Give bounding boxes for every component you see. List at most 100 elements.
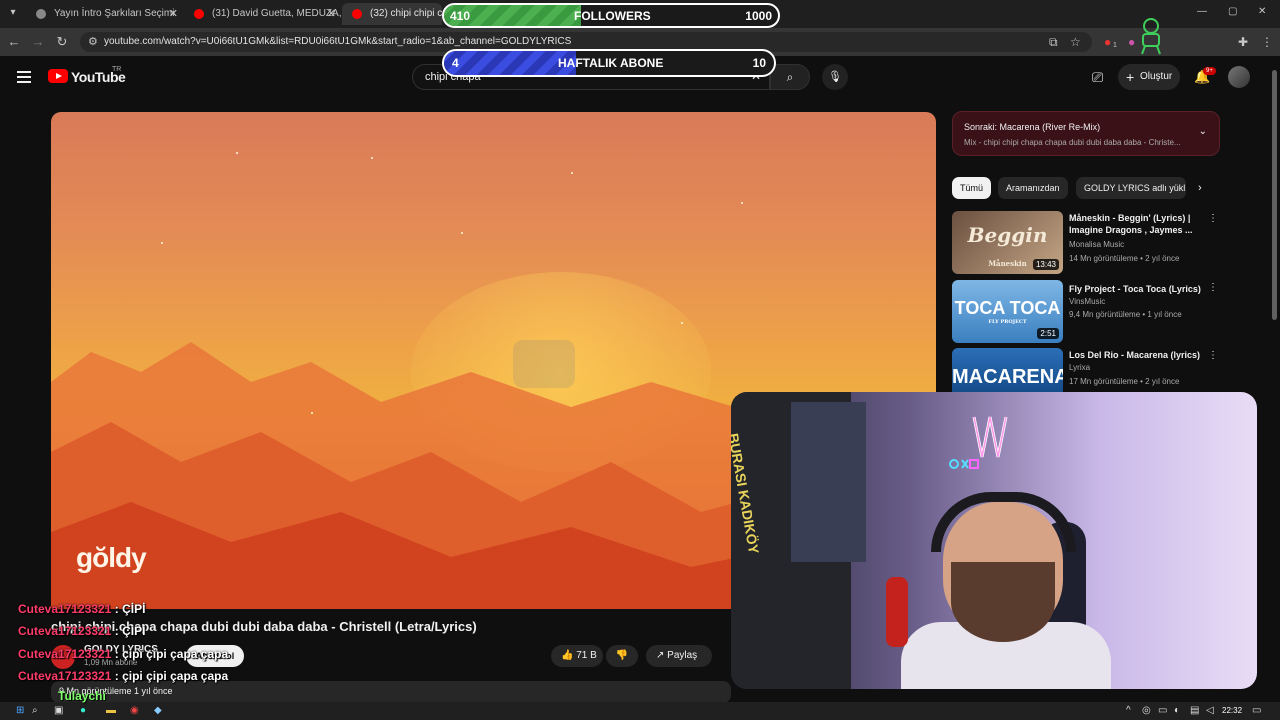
youtube-logo-icon[interactable] [48, 69, 68, 83]
more-options-icon[interactable]: ⋮ [1208, 282, 1218, 293]
bookmark-star-icon[interactable]: ☆ [1070, 35, 1081, 49]
description-box[interactable]: 9 Mn görüntüleme 1 yıl önce [51, 681, 731, 703]
chat-username: Cuteva17123321 [18, 624, 112, 638]
browser-tab-1[interactable]: Yayın İntro Şarkıları Seçimi ✕ [26, 3, 184, 25]
voice-search-button[interactable]: 🎙 [822, 64, 848, 90]
chat-message: Cuteva17123321 : ÇİPİ [18, 624, 145, 638]
close-icon[interactable]: ✕ [169, 3, 178, 25]
steam-icon[interactable]: ◆ [154, 705, 162, 716]
channel-name: VinsMusic [1069, 297, 1106, 306]
browser-tab-3[interactable]: (32) chipi chipi chapa [342, 3, 442, 25]
notification-center-icon[interactable]: ▭ [1252, 705, 1261, 716]
faded-character-sprite [513, 340, 575, 388]
tab-title: Yayın İntro Şarkıları Seçimi [54, 8, 175, 19]
star [236, 152, 238, 154]
weekly-current: 4 [452, 56, 459, 70]
chat-message: Cuteva17123321 : çipi çipi çapa çapa [18, 669, 228, 683]
youtube-icon [194, 9, 204, 19]
video-title: Fly Project - Toca Toca (Lyrics) [1069, 284, 1201, 294]
microphone [886, 577, 908, 647]
extension-icon-2[interactable]: ● [1128, 35, 1135, 49]
browser-menu-icon[interactable]: ⋮ [1261, 35, 1273, 49]
plus-icon: + [1126, 69, 1135, 85]
chevron-down-icon[interactable]: ⌄ [1199, 126, 1207, 137]
file-explorer-icon[interactable]: ▬ [106, 705, 116, 716]
tab-title: (32) chipi chipi chapa [370, 8, 442, 19]
star [371, 157, 373, 159]
search-icon: ⌕ [786, 70, 794, 84]
viewer-username: Tulaychi [58, 689, 106, 703]
share-button[interactable]: ↗ Paylaş [646, 645, 712, 667]
followers-label: FOLLOWERS [574, 9, 651, 23]
start-button-icon[interactable]: ⊞ [16, 705, 24, 716]
volume-icon[interactable]: ◁ [1206, 705, 1214, 716]
chrome-icon[interactable]: ◉ [130, 705, 139, 716]
close-window-icon[interactable]: ✕ [1258, 6, 1266, 17]
tray-chevron-icon[interactable]: ^ [1126, 705, 1131, 716]
video-thumbnail[interactable]: Beggin Måneskin 13:43 [952, 211, 1063, 274]
chat-message: Cuteva17123321 : ÇİPİ [18, 602, 145, 616]
network-icon[interactable]: ▭ [1158, 705, 1167, 716]
thumbnail-title: Beggin [967, 223, 1048, 247]
more-options-icon[interactable]: ⋮ [1208, 350, 1218, 361]
task-view-icon[interactable]: ▣ [54, 705, 63, 716]
star [161, 242, 163, 244]
video-meta: 17 Mn görüntüleme • 2 yıl önce [1069, 377, 1180, 386]
search-button[interactable]: ⌕ [770, 64, 810, 90]
recommendation-item[interactable]: TOCA TOCA FLY PROJECT 2:51 Fly Project -… [952, 280, 1220, 344]
forward-icon[interactable]: → [30, 34, 46, 49]
reload-icon[interactable]: ↻ [54, 34, 70, 50]
video-title: Måneskin - Beggin' (Lyrics) | Imagine Dr… [1069, 213, 1193, 235]
cast-icon[interactable]: ⎚ [1092, 69, 1103, 86]
chat-text: çipi çipi çapa çapa [122, 647, 229, 661]
filter-chips: Tümü Aramanızdan GOLDY LYRICS adlı yükl [952, 177, 1220, 201]
chat-username: Cuteva17123321 [18, 647, 112, 661]
install-app-icon[interactable]: ⧉ [1049, 35, 1058, 50]
more-options-icon[interactable]: ⋮ [1208, 213, 1218, 224]
video-duration: 2:51 [1037, 328, 1059, 339]
minimize-icon[interactable]: — [1197, 6, 1207, 17]
mix-playlist-card[interactable]: Sonraki: Macarena (River Re-Mix) Mix - c… [952, 111, 1220, 156]
video-meta: 9,4 Mn görüntüleme • 1 yıl önce [1069, 310, 1182, 319]
share-label: Paylaş [667, 650, 698, 661]
chip-from-search[interactable]: Aramanızdan [998, 177, 1068, 199]
chevron-right-icon[interactable]: › [1198, 182, 1202, 194]
taskbar-search-icon[interactable]: ⌕ [32, 705, 38, 716]
taskbar-clock[interactable]: 22:32 [1222, 706, 1242, 715]
like-button[interactable]: 👍 71 B [551, 645, 603, 667]
weekly-progress-fill [444, 51, 576, 75]
menu-icon[interactable] [17, 71, 31, 83]
edge-icon[interactable]: ● [80, 705, 86, 716]
extensions-puzzle-icon[interactable]: ✚ [1238, 35, 1248, 49]
chip-all[interactable]: Tümü [952, 177, 992, 199]
chat-separator: : [111, 669, 123, 683]
close-icon[interactable]: ✕ [327, 3, 336, 25]
account-avatar[interactable] [1228, 66, 1250, 88]
chip-channel-uploads[interactable]: GOLDY LYRICS adlı yükl [1076, 177, 1186, 199]
chat-separator: : [111, 624, 123, 638]
followers-goal-bar: 410 FOLLOWERS 1000 [442, 3, 780, 28]
video-thumbnail[interactable]: MACARENA [952, 348, 1063, 392]
maximize-icon[interactable]: ▢ [1228, 6, 1237, 17]
stream-mascot-icon [1141, 18, 1161, 55]
extension-icon[interactable]: ● [1104, 35, 1111, 49]
browser-tab-2[interactable]: (31) David Guetta, MEDUZA, Ja ✕ [184, 3, 342, 25]
monitor-tray-icon[interactable]: ▤ [1190, 705, 1199, 716]
video-meta: 14 Mn görüntüleme • 2 yıl önce [1069, 254, 1180, 263]
headset-tray-icon[interactable]: ◐ [1174, 705, 1180, 716]
page-scrollbar[interactable] [1272, 70, 1277, 320]
weekly-goal: 10 [752, 56, 766, 70]
channel-name: Lyrixa [1069, 363, 1091, 372]
star [311, 412, 313, 414]
star [741, 202, 743, 204]
video-thumbnail[interactable]: TOCA TOCA FLY PROJECT 2:51 [952, 280, 1063, 343]
chat-message: Cuteva17123321 : çipi çipi çapa çapa [18, 647, 228, 661]
create-button[interactable]: + Oluştur [1118, 64, 1180, 90]
dislike-button[interactable]: 👎 [606, 645, 638, 667]
globe-icon [36, 9, 46, 19]
site-info-icon[interactable]: ⚙ [88, 35, 98, 48]
recommendation-item[interactable]: Beggin Måneskin 13:43 Måneskin - Beggin'… [952, 211, 1220, 275]
tray-icon[interactable]: ◎ [1142, 705, 1151, 716]
tab-search-icon[interactable]: ▾ [4, 4, 22, 22]
back-icon[interactable]: ← [6, 34, 22, 49]
